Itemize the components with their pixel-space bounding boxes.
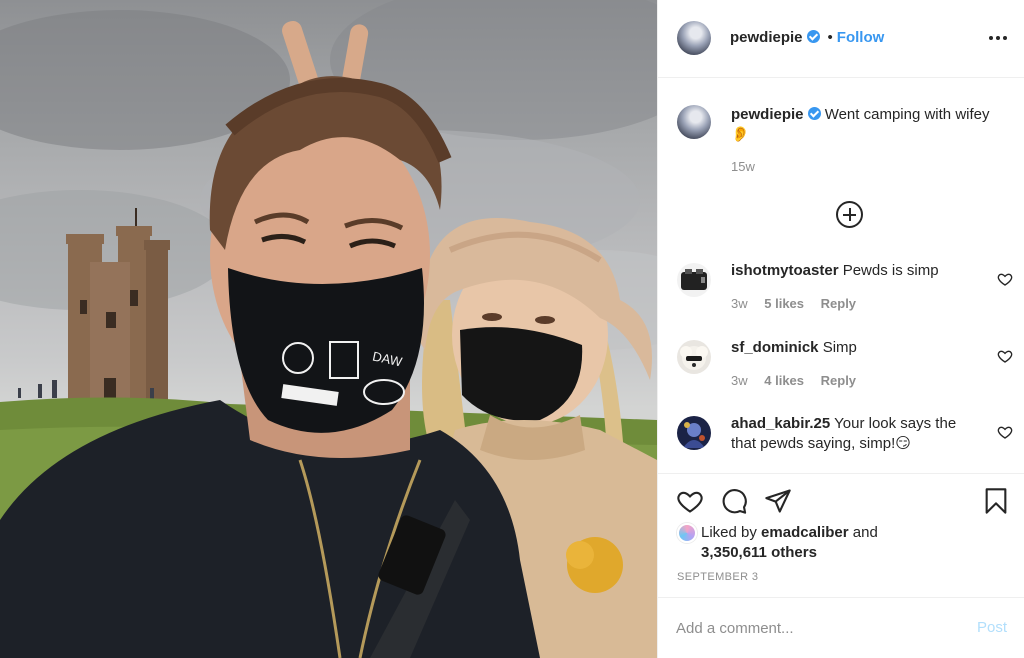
- follow-button[interactable]: Follow: [837, 29, 885, 46]
- caption-username[interactable]: pewdiepie: [731, 106, 804, 123]
- dog-avatar[interactable]: [677, 340, 711, 374]
- separator-dot: •: [827, 29, 833, 46]
- verified-badge-icon: [806, 30, 820, 43]
- heart-icon[interactable]: [676, 487, 704, 515]
- comment-input[interactable]: [676, 616, 956, 640]
- reply-button[interactable]: Reply: [821, 296, 856, 311]
- post-date[interactable]: SEPTEMBER 3: [677, 571, 758, 583]
- comment-username[interactable]: ahad_kabir.25: [731, 415, 830, 432]
- reply-button[interactable]: Reply: [821, 373, 856, 388]
- comment-like-heart-icon[interactable]: [997, 424, 1013, 440]
- caption: pewdiepie Went camping with wifey 👂: [731, 105, 1001, 145]
- liker-avatar[interactable]: [677, 523, 697, 543]
- likes-prefix: Liked by: [701, 524, 757, 541]
- comment-age[interactable]: 3w: [731, 373, 748, 388]
- share-icon[interactable]: [764, 487, 792, 515]
- likes-line: Liked by emadcaliber and: [677, 523, 1007, 543]
- likes-conjunction: and: [852, 524, 878, 541]
- verified-badge-icon: [807, 107, 821, 120]
- author-line: pewdiepie • Follow: [730, 29, 884, 47]
- character-icon: [683, 422, 705, 448]
- comment-icon[interactable]: [720, 487, 748, 515]
- liker-username[interactable]: emadcaliber: [761, 524, 849, 541]
- toaster-avatar[interactable]: [677, 263, 711, 297]
- comment-body: ishotmytoaster Pewds is simp: [731, 261, 981, 281]
- bookmark-icon[interactable]: [983, 487, 1009, 515]
- comment-likes[interactable]: 4 likes: [764, 373, 804, 388]
- comment-like-heart-icon[interactable]: [997, 348, 1013, 364]
- comment-body: sf_dominick Simp: [731, 338, 981, 358]
- photo-illustration: DAW: [0, 0, 657, 658]
- post-side-panel: pewdiepie • Follow pewdiepie Went camping …: [657, 0, 1024, 658]
- comment-text: Simp: [822, 339, 857, 356]
- comment-username[interactable]: sf_dominick: [731, 339, 819, 356]
- post-action-bar: [658, 484, 1024, 518]
- likes-summary: Liked by emadcaliber and 3,350,611 other…: [677, 523, 1007, 563]
- toaster-icon: [681, 269, 707, 290]
- dog-icon: [680, 346, 708, 370]
- character-avatar[interactable]: [677, 416, 711, 450]
- author-username[interactable]: pewdiepie: [730, 29, 803, 46]
- caption-author-avatar[interactable]: [677, 105, 711, 139]
- actions-divider: [658, 473, 1024, 474]
- add-comment-box: Post: [658, 597, 1024, 658]
- post-header: pewdiepie • Follow: [658, 0, 1024, 78]
- comment-age[interactable]: 3w: [731, 296, 748, 311]
- comment-actions: 3w 4 likes Reply: [731, 373, 869, 388]
- comment-likes[interactable]: 5 likes: [764, 296, 804, 311]
- likes-count[interactable]: 3,350,611 others: [677, 543, 1007, 563]
- more-options-icon[interactable]: [989, 30, 1007, 46]
- post-photo[interactable]: DAW: [0, 0, 657, 658]
- post-comment-button[interactable]: Post: [977, 619, 1007, 636]
- comment-username[interactable]: ishotmytoaster: [731, 262, 839, 279]
- author-avatar[interactable]: [677, 21, 711, 55]
- comment-text: Pewds is simp: [842, 262, 939, 279]
- comment-like-heart-icon[interactable]: [997, 271, 1013, 287]
- load-more-icon[interactable]: [836, 201, 863, 228]
- comment-body: ahad_kabir.25 Your look says the that pe…: [731, 414, 981, 454]
- caption-age[interactable]: 15w: [731, 159, 755, 174]
- comment-actions: 3w 5 likes Reply: [731, 296, 869, 311]
